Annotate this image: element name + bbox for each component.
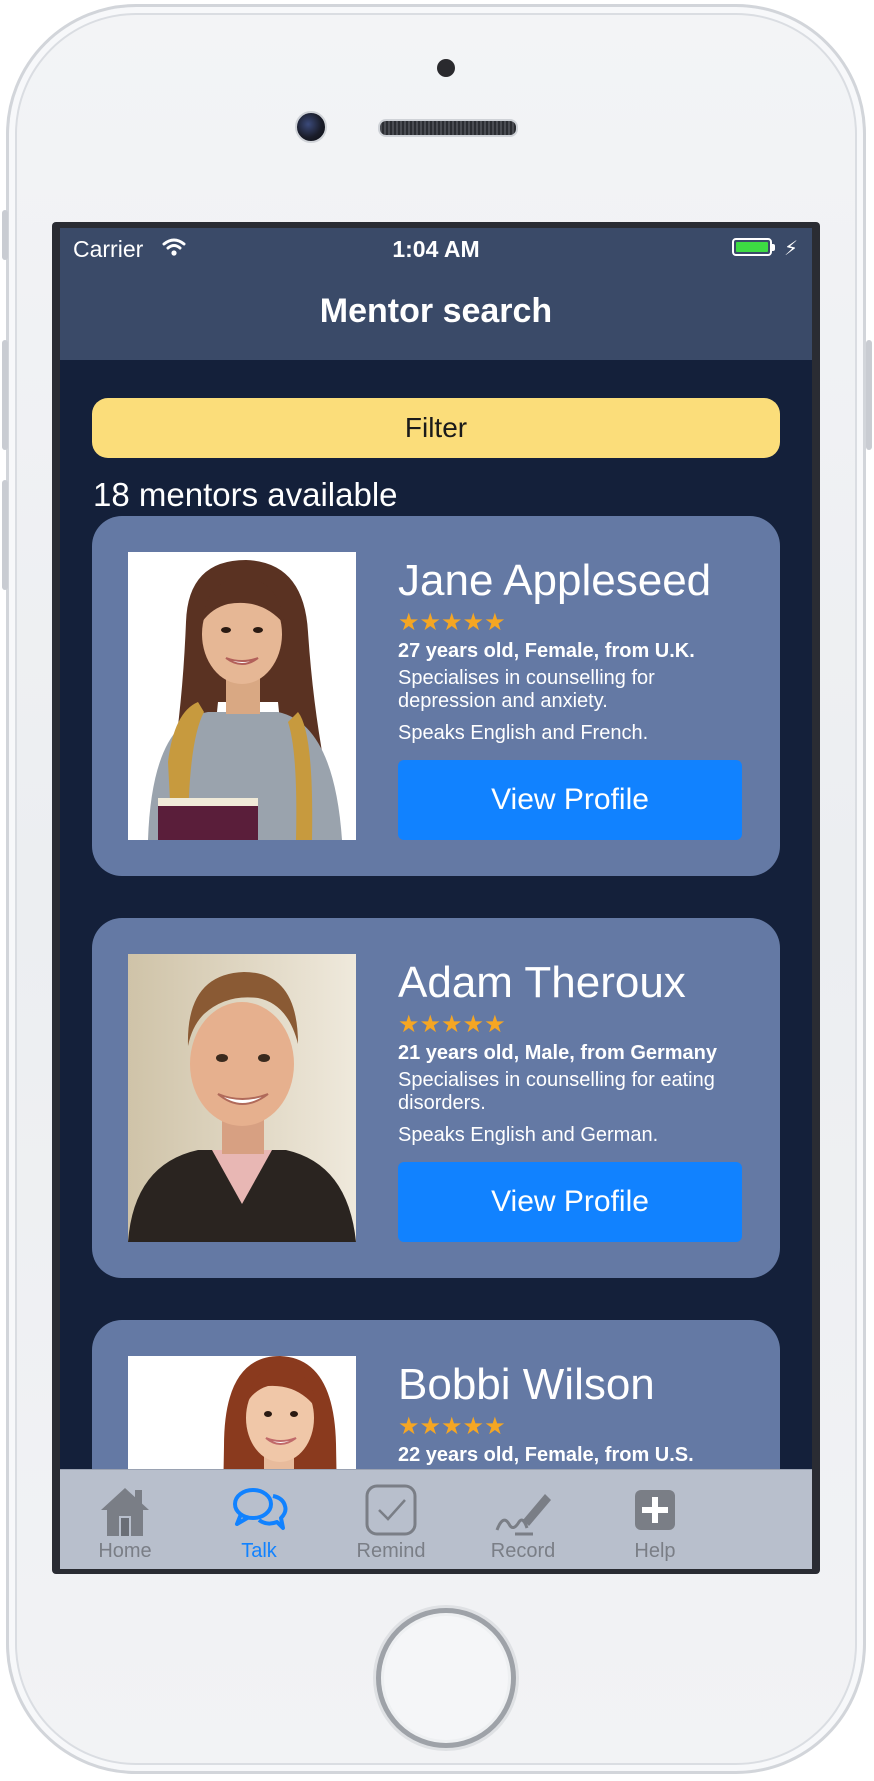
tab-remind[interactable]: Remind: [316, 1470, 466, 1569]
charging-icon: ⚡: [784, 238, 799, 260]
mentor-count: 18 mentors available: [93, 476, 398, 513]
tab-talk[interactable]: Talk: [184, 1470, 334, 1569]
earpiece-speaker: [378, 119, 518, 137]
mentor-portrait-male: [128, 954, 356, 1242]
mentor-name: Jane Appleseed: [398, 556, 712, 605]
status-bar: Carrier 1:04 AM ⚡: [60, 228, 812, 268]
mentor-languages: Speaks English and French.: [398, 722, 649, 744]
volume-down-button: [2, 480, 8, 590]
star-rating: ★★★★★: [398, 1011, 506, 1038]
star-rating: ★★★★★: [398, 1413, 506, 1440]
tab-home[interactable]: Home: [60, 1470, 200, 1569]
app-screen: Carrier 1:04 AM ⚡ Mentor search Filter 1…: [60, 228, 812, 1569]
mentor-portrait-female: [128, 552, 356, 840]
mentor-details: 21 years old, Male, from Germany: [398, 1042, 718, 1064]
mentor-languages: Speaks English and German.: [398, 1124, 659, 1146]
home-button[interactable]: [376, 1608, 516, 1748]
tab-bar: Home Talk Remind Record Help: [60, 1469, 812, 1569]
mentor-photo: [128, 552, 356, 840]
tab-label: Help: [634, 1540, 676, 1562]
mentor-specialty: Specialises in counselling for eating di…: [398, 1069, 715, 1114]
tab-help[interactable]: Help: [580, 1470, 730, 1569]
tab-label: Record: [490, 1540, 556, 1562]
mentor-specialty: Specialises in counselling for depressio…: [398, 667, 655, 712]
filter-button[interactable]: Filter: [92, 398, 780, 458]
tab-record[interactable]: Record: [448, 1470, 598, 1569]
view-profile-button[interactable]: View Profile: [398, 760, 742, 840]
navigation-bar: Carrier 1:04 AM ⚡ Mentor search: [60, 228, 812, 360]
mentor-card: Adam Theroux ★★★★★ 21 years old, Male, f…: [92, 918, 780, 1278]
mentor-photo: [128, 954, 356, 1242]
view-profile-button[interactable]: View Profile: [398, 1162, 742, 1242]
mentor-details: 27 years old, Female, from U.K.: [398, 640, 695, 662]
mentor-details: 22 years old, Female, from U.S.: [398, 1444, 694, 1466]
mentor-card: Jane Appleseed ★★★★★ 27 years old, Femal…: [92, 516, 780, 876]
front-camera: [295, 111, 327, 143]
star-rating: ★★★★★: [398, 609, 506, 636]
pen-signature-icon: [495, 1494, 551, 1536]
status-time: 1:04 AM: [392, 236, 480, 262]
volume-up-button: [2, 340, 8, 450]
plus-square-icon: [635, 1490, 675, 1530]
tab-label: Remind: [356, 1540, 426, 1562]
tab-label: Talk: [241, 1540, 277, 1562]
proximity-sensor: [437, 59, 455, 77]
tab-label: Home: [98, 1540, 152, 1562]
chat-bubbles-icon: [233, 1488, 288, 1530]
mute-switch: [2, 210, 8, 260]
battery-icon: [732, 238, 772, 256]
checkbox-icon: [365, 1484, 417, 1536]
house-icon: [101, 1488, 149, 1536]
mentor-name: Adam Theroux: [398, 958, 686, 1007]
page-title: Mentor search: [319, 292, 553, 330]
mentor-name: Bobbi Wilson: [398, 1360, 655, 1409]
power-button: [866, 340, 872, 450]
battery-cap: [772, 244, 775, 251]
